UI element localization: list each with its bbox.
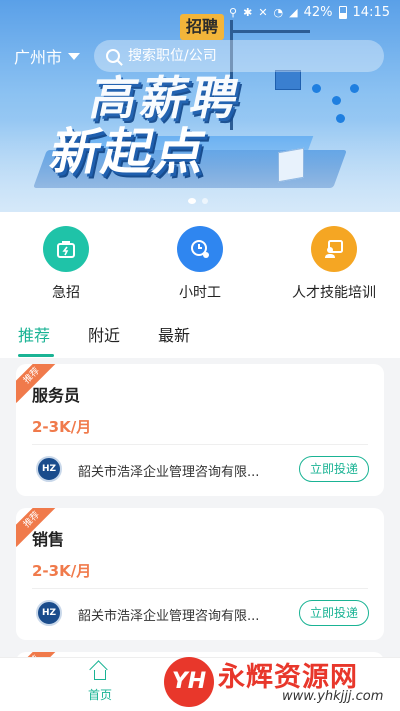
molecule-decoration	[312, 84, 362, 124]
tab-active-underline	[18, 354, 54, 357]
job-title: 销售	[32, 530, 65, 549]
tab-latest[interactable]: 最新	[158, 322, 190, 346]
tab-nearby[interactable]: 附近	[88, 322, 120, 346]
card-divider	[32, 444, 368, 445]
banner-headline: 高薪聘 新起点	[45, 62, 292, 181]
home-icon	[94, 670, 106, 680]
card-divider	[32, 588, 368, 589]
company-name: 韶关市浩泽企业管理咨询有限...	[78, 609, 260, 624]
clock: 14:15	[352, 5, 390, 20]
job-salary: 2-3K/月	[32, 418, 92, 436]
crane-arm-decoration	[230, 30, 310, 33]
quick-urgent[interactable]: 急招	[6, 226, 126, 302]
location-icon: ⚲	[229, 6, 238, 19]
signal-icon: ◢	[289, 6, 298, 19]
quick-hourly[interactable]: 小时工	[140, 226, 260, 302]
job-title: 服务员	[32, 386, 81, 405]
quick-training[interactable]: 人才技能培训	[274, 226, 394, 302]
apply-button[interactable]: 立即投递	[299, 600, 369, 626]
job-card[interactable]: 推荐 销售 2-3K/月 HZ 韶关市浩泽企业管理咨询有限... 立即投递	[16, 508, 384, 640]
bluetooth-icon: ✱	[243, 6, 253, 19]
carousel-indicator	[188, 198, 208, 204]
quick-training-label: 人才技能培训	[292, 285, 376, 301]
search-input[interactable]	[128, 48, 348, 64]
clock-user-icon	[177, 226, 223, 272]
mute-icon: ✕	[258, 6, 268, 19]
status-icons: ⚲ ✱ ✕ ◔ ◢ 42% 14:15	[229, 5, 390, 20]
watermark: YH 永辉资源网 www.yhkjjj.com	[164, 655, 384, 707]
quick-hourly-label: 小时工	[179, 285, 221, 301]
city-selector[interactable]: 广州市	[14, 44, 81, 68]
quick-entries: 急招 小时工 人才技能培训	[0, 212, 400, 308]
carousel-dot	[202, 198, 208, 204]
wifi-icon: ◔	[273, 6, 284, 19]
training-icon	[311, 226, 357, 272]
banner-line2: 新起点	[44, 123, 214, 181]
watermark-badge: YH	[164, 657, 214, 707]
nav-home[interactable]: 首页	[80, 666, 120, 703]
watermark-url: www.yhkjjj.com	[282, 689, 384, 704]
job-card[interactable]: 推荐 服务员 2-3K/月 HZ 韶关市浩泽企业管理咨询有限... 立即投递	[16, 364, 384, 496]
search-icon	[106, 49, 120, 63]
apply-button[interactable]: 立即投递	[299, 456, 369, 482]
banner-carousel[interactable]: 高薪聘 新起点 招聘	[0, 0, 400, 212]
carousel-dot-active	[188, 198, 196, 204]
company-logo: HZ	[36, 456, 62, 482]
tab-recommended[interactable]: 推荐	[18, 322, 50, 346]
company-logo: HZ	[36, 600, 62, 626]
nav-home-label: 首页	[87, 688, 112, 702]
company-name: 韶关市浩泽企业管理咨询有限...	[78, 465, 260, 480]
chevron-down-icon	[68, 52, 81, 60]
status-bar: ⚲ ✱ ✕ ◔ ◢ 42% 14:15	[0, 0, 400, 26]
job-salary: 2-3K/月	[32, 562, 92, 580]
battery-percent: 42%	[303, 5, 333, 20]
search-bar[interactable]	[94, 40, 384, 72]
feed-tabs: 推荐 附近 最新	[0, 308, 400, 358]
briefcase-bolt-icon	[43, 226, 89, 272]
battery-icon	[338, 6, 347, 19]
quick-urgent-label: 急招	[52, 285, 80, 301]
city-label: 广州市	[14, 48, 63, 67]
